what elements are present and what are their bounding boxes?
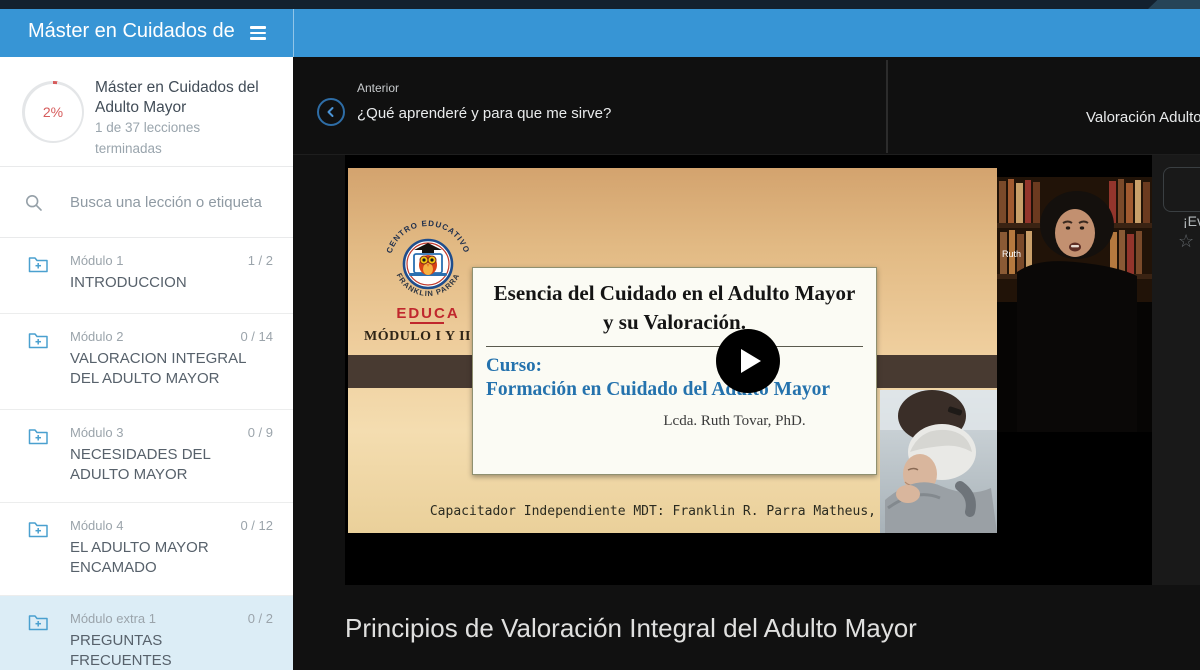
module-title: PREGUNTAS FRECUENTES	[70, 631, 260, 670]
hamburger-icon	[250, 26, 266, 29]
module-label: 1 / 2 Módulo 1	[70, 253, 273, 268]
folder-plus-icon	[28, 427, 49, 445]
module-label: 0 / 14 Módulo 2	[70, 329, 273, 344]
course-title: Máster en Cuidados del Adulto Mayor	[95, 78, 273, 118]
module-count: 1 / 2	[248, 253, 273, 268]
menu-button[interactable]	[250, 23, 272, 43]
app-header: Máster en Cuidados de	[0, 9, 1200, 57]
slide-title: Esencia del Cuidado en el Adulto Mayor y…	[486, 279, 863, 337]
search-input[interactable]	[70, 185, 275, 219]
folder-plus-icon	[28, 255, 49, 273]
lesson-search	[0, 167, 293, 238]
lesson-main: Anterior ¿Qué aprenderé y para que me si…	[293, 57, 1200, 670]
module-label: 0 / 12 Módulo 4	[70, 518, 273, 533]
presenter-video	[997, 177, 1152, 432]
sidebar-item-module-1[interactable]: 1 / 2 Módulo 1 INTRODUCCION	[0, 238, 293, 314]
previous-lesson-title[interactable]: ¿Qué aprenderé y para que me sirve?	[357, 105, 611, 122]
star-icon[interactable]: ☆	[1178, 231, 1194, 252]
lesson-nav: Anterior ¿Qué aprenderé y para que me si…	[293, 57, 1200, 155]
module-label: 0 / 9 Módulo 3	[70, 425, 273, 440]
nav-divider	[886, 60, 888, 153]
progress-ring: 2%	[22, 81, 84, 143]
educa-logo: CENTRO EDUCATIVO FRANKL	[378, 212, 478, 312]
presentation-slide: CENTRO EDUCATIVO FRANKL	[348, 168, 997, 533]
folder-plus-icon	[28, 520, 49, 538]
slide-title-card: Esencia del Cuidado en el Adulto Mayor y…	[472, 267, 877, 475]
module-title: VALORACION INTEGRAL DEL ADULTO MAYOR	[70, 349, 260, 390]
elderly-care-photo	[880, 390, 997, 533]
module-roman-label: MÓDULO I Y II	[364, 329, 471, 345]
course-sidebar: 2% Máster en Cuidados del Adulto Mayor 1…	[0, 57, 293, 670]
module-count: 0 / 9	[248, 425, 273, 440]
progress-percent: 2%	[25, 84, 82, 141]
module-label: 0 / 2 Módulo extra 1	[70, 611, 273, 626]
sidebar-item-module-extra-1[interactable]: 0 / 2 Módulo extra 1 PREGUNTAS FRECUENTE…	[0, 596, 293, 670]
previous-lesson-button[interactable]	[317, 98, 345, 126]
sidebar-item-module-2[interactable]: 0 / 14 Módulo 2 VALORACION INTEGRAL DEL …	[0, 314, 293, 410]
play-button[interactable]	[716, 329, 780, 393]
folder-plus-icon	[28, 331, 49, 349]
module-count: 0 / 12	[240, 518, 273, 533]
module-count: 0 / 2	[248, 611, 273, 626]
browser-top-strip	[0, 0, 1200, 9]
panel-corner-fragment	[1163, 167, 1200, 212]
webcam-name-label: Ruth	[1002, 249, 1021, 259]
video-player: CENTRO EDUCATIVO FRANKL	[345, 155, 1152, 585]
educa-underline	[410, 322, 444, 324]
app-title: Máster en Cuidados de	[28, 20, 250, 43]
play-icon	[741, 349, 761, 373]
slide-course-label: Curso:	[486, 355, 863, 377]
card-divider	[486, 346, 863, 347]
module-title: EL ADULTO MAYOR ENCAMADO	[70, 538, 260, 579]
webcam-thumbnail: Ruth	[997, 177, 1152, 432]
search-icon	[25, 194, 43, 212]
rating-prompt-fragment: ¡Eva	[1183, 213, 1200, 229]
next-lesson-title[interactable]: Valoración Adulto	[1086, 109, 1200, 126]
educa-wordmark: EDUCA	[395, 305, 461, 322]
lesson-title: Principios de Valoración Integral del Ad…	[345, 613, 917, 644]
header-divider	[293, 9, 294, 57]
sidebar-item-module-4[interactable]: 0 / 12 Módulo 4 EL ADULTO MAYOR ENCAMADO	[0, 503, 293, 596]
course-player-page: Máster en Cuidados de 2% Máster en Cuida…	[0, 0, 1200, 670]
module-title: NECESIDADES DEL ADULTO MAYOR	[70, 445, 260, 486]
module-title: INTRODUCCION	[70, 273, 260, 293]
slide-author: Lcda. Ruth Tovar, PhD.	[486, 413, 863, 430]
course-progress-text: 1 de 37 lecciones terminadas	[95, 118, 255, 160]
browser-tab-fragment	[1148, 0, 1200, 9]
sidebar-item-module-3[interactable]: 0 / 9 Módulo 3 NECESIDADES DEL ADULTO MA…	[0, 410, 293, 503]
slide-course-name: Formación en Cuidado del Adulto Mayor	[486, 379, 863, 401]
course-header: 2% Máster en Cuidados del Adulto Mayor 1…	[0, 57, 293, 167]
folder-plus-icon	[28, 613, 49, 631]
module-count: 0 / 14	[240, 329, 273, 344]
chevron-left-icon	[324, 105, 338, 119]
previous-label: Anterior	[357, 81, 399, 95]
